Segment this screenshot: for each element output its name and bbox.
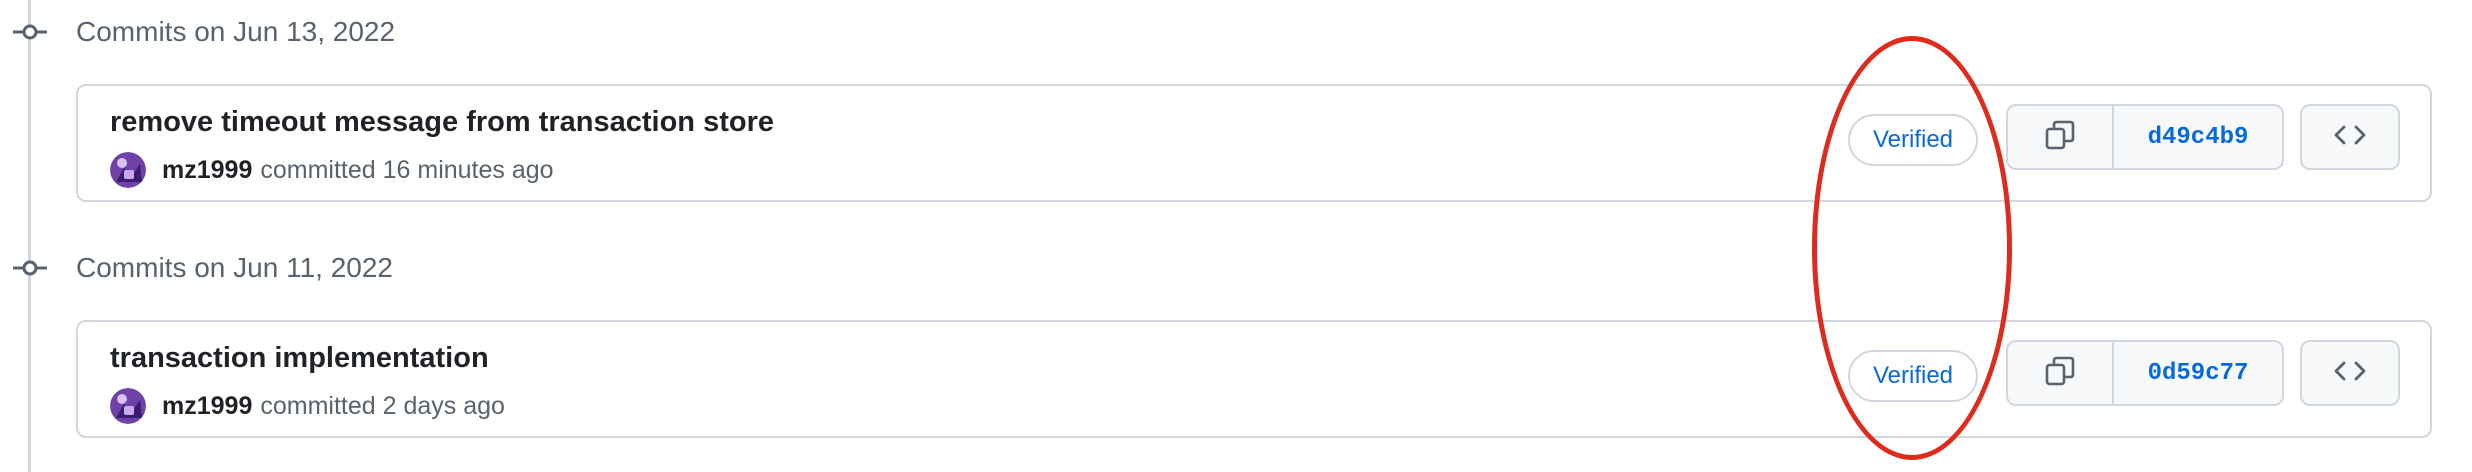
commit-group-header: Commits on Jun 13, 2022 [0, 12, 600, 52]
copy-icon [2044, 119, 2076, 156]
commit-sha-link[interactable]: 0d59c77 [2114, 342, 2282, 404]
commit-title-link[interactable]: transaction implementation [110, 342, 489, 375]
commit-time: committed 2 days ago [260, 391, 505, 420]
browse-repo-button[interactable] [2300, 340, 2400, 406]
commit-meta: mz1999 committed 16 minutes ago [110, 150, 554, 190]
commit-author-link[interactable]: mz1999 [162, 156, 252, 185]
timeline-line [28, 0, 31, 472]
git-commit-icon [10, 248, 50, 288]
copy-sha-button[interactable] [2008, 106, 2114, 168]
commit-author-link[interactable]: mz1999 [162, 392, 252, 421]
commit-row: remove timeout message from transaction … [76, 84, 2432, 202]
commit-time: committed 16 minutes ago [260, 155, 554, 184]
verified-badge[interactable]: Verified [1848, 114, 1978, 166]
git-commit-icon [10, 12, 50, 52]
verified-badge[interactable]: Verified [1848, 350, 1978, 402]
code-icon [2333, 359, 2367, 388]
browse-repo-button[interactable] [2300, 104, 2400, 170]
commit-group-date: Commits on Jun 13, 2022 [76, 16, 396, 47]
commit-meta: mz1999 committed 2 days ago [110, 386, 505, 426]
commit-group-header: Commits on Jun 11, 2022 [0, 248, 600, 288]
user-avatar[interactable] [110, 152, 146, 188]
commit-sha-button-group: 0d59c77 [2006, 340, 2284, 406]
copy-sha-button[interactable] [2008, 342, 2114, 404]
code-icon [2333, 123, 2367, 152]
commit-sha-link[interactable]: d49c4b9 [2114, 106, 2282, 168]
commit-sha-button-group: d49c4b9 [2006, 104, 2284, 170]
copy-icon [2044, 355, 2076, 392]
commit-group-date: Commits on Jun 11, 2022 [76, 252, 393, 283]
commit-row: transaction implementation mz1999 commit… [76, 320, 2432, 438]
commit-title-link[interactable]: remove timeout message from transaction … [110, 106, 774, 139]
user-avatar[interactable] [110, 388, 146, 424]
